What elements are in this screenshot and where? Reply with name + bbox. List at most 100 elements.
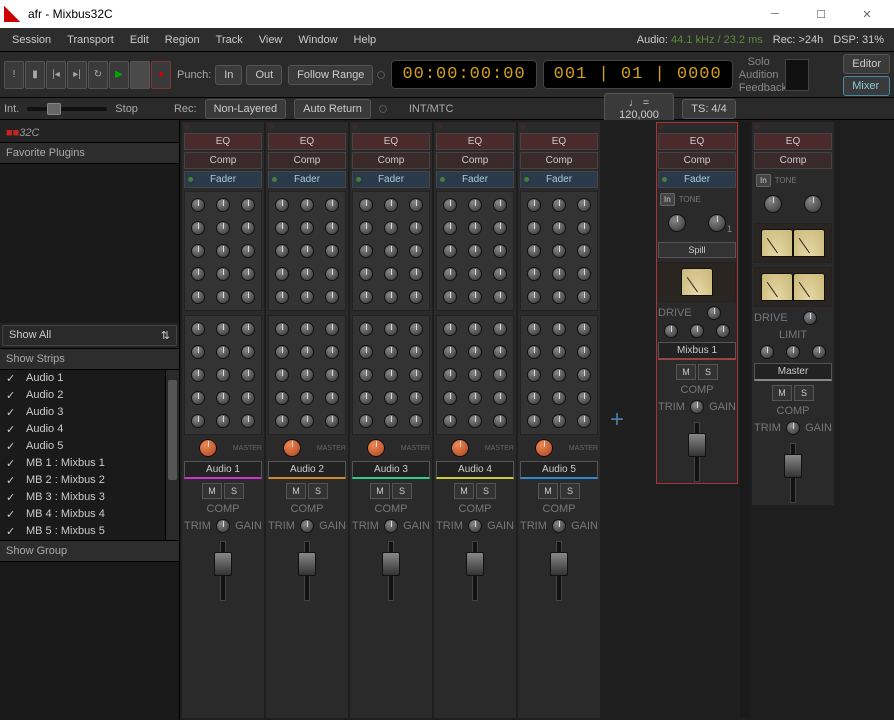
- eq-knob[interactable]: [409, 244, 423, 258]
- channel-name[interactable]: Audio 2: [268, 461, 346, 479]
- trim-knob[interactable]: [786, 421, 800, 435]
- eq-section-button[interactable]: EQ: [754, 133, 832, 150]
- bus-knob[interactable]: [664, 324, 678, 338]
- eq-knob[interactable]: [468, 198, 482, 212]
- channel-name[interactable]: Audio 4: [436, 461, 514, 479]
- bus-knob[interactable]: [716, 324, 730, 338]
- eq-knob[interactable]: [443, 391, 457, 405]
- strips-scrollbar[interactable]: [165, 370, 179, 540]
- menu-edit[interactable]: Edit: [122, 31, 157, 49]
- strip-visibility-row[interactable]: ✓Audio 2: [0, 387, 179, 404]
- eq-knob[interactable]: [577, 267, 591, 281]
- eq-knob[interactable]: [359, 345, 373, 359]
- eq-knob[interactable]: [359, 267, 373, 281]
- solo-button[interactable]: S: [476, 483, 496, 499]
- eq-knob[interactable]: [384, 322, 398, 336]
- trim-knob[interactable]: [384, 519, 398, 533]
- eq-knob[interactable]: [493, 267, 507, 281]
- eq-knob[interactable]: [384, 290, 398, 304]
- eq-knob[interactable]: [216, 414, 230, 428]
- menu-view[interactable]: View: [251, 31, 291, 49]
- eq-knob[interactable]: [216, 391, 230, 405]
- eq-knob[interactable]: [409, 391, 423, 405]
- fader-section-button[interactable]: Fader: [184, 171, 262, 188]
- drive-knob[interactable]: [451, 439, 469, 457]
- eq-section-button[interactable]: EQ: [352, 133, 430, 150]
- bus-knob[interactable]: [690, 324, 704, 338]
- eq-knob[interactable]: [527, 244, 541, 258]
- drive-knob[interactable]: [367, 439, 385, 457]
- midi-panic-button[interactable]: !: [4, 61, 24, 89]
- eq-knob[interactable]: [577, 345, 591, 359]
- eq-knob[interactable]: [577, 368, 591, 382]
- punch-out-button[interactable]: Out: [246, 65, 282, 85]
- eq-knob[interactable]: [300, 221, 314, 235]
- tone-knob[interactable]: [668, 214, 686, 232]
- eq-knob[interactable]: [443, 290, 457, 304]
- channel-name[interactable]: Mixbus 1: [658, 342, 736, 360]
- eq-knob[interactable]: [409, 221, 423, 235]
- eq-knob[interactable]: [216, 244, 230, 258]
- window-minimize-button[interactable]: ─: [752, 0, 798, 28]
- eq-knob[interactable]: [493, 345, 507, 359]
- eq-knob[interactable]: [241, 198, 255, 212]
- eq-knob[interactable]: [577, 290, 591, 304]
- channel-name[interactable]: Master: [754, 363, 832, 381]
- channel-fader[interactable]: [388, 541, 394, 601]
- eq-knob[interactable]: [325, 198, 339, 212]
- strip-visibility-row[interactable]: ✓MB 3 : Mixbus 3: [0, 489, 179, 506]
- limit-knob[interactable]: [786, 345, 800, 359]
- spill-button[interactable]: Spill: [658, 242, 736, 258]
- eq-knob[interactable]: [300, 198, 314, 212]
- comp-section-button[interactable]: Comp: [520, 152, 598, 169]
- eq-knob[interactable]: [384, 221, 398, 235]
- strip-visibility-row[interactable]: ✓MB 2 : Mixbus 2: [0, 472, 179, 489]
- sync-int-label[interactable]: Int.: [4, 103, 19, 115]
- eq-knob[interactable]: [359, 391, 373, 405]
- eq-knob[interactable]: [359, 290, 373, 304]
- eq-knob[interactable]: [552, 244, 566, 258]
- eq-knob[interactable]: [409, 345, 423, 359]
- eq-knob[interactable]: [191, 221, 205, 235]
- window-maximize-button[interactable]: ☐: [798, 0, 844, 28]
- eq-knob[interactable]: [443, 345, 457, 359]
- eq-knob[interactable]: [325, 221, 339, 235]
- eq-knob[interactable]: [241, 267, 255, 281]
- menu-session[interactable]: Session: [4, 31, 59, 49]
- drive-knob[interactable]: [535, 439, 553, 457]
- audition-alert[interactable]: Audition: [739, 69, 779, 81]
- bbt-display[interactable]: 001 | 01 | 0000: [543, 60, 733, 89]
- timecode-display[interactable]: 00:00:00:00: [391, 60, 536, 89]
- eq-knob[interactable]: [468, 244, 482, 258]
- menu-region[interactable]: Region: [157, 31, 208, 49]
- eq-knob[interactable]: [384, 267, 398, 281]
- eq-knob[interactable]: [468, 345, 482, 359]
- mute-button[interactable]: M: [202, 483, 222, 499]
- eq-knob[interactable]: [552, 290, 566, 304]
- eq-knob[interactable]: [241, 414, 255, 428]
- eq-knob[interactable]: [359, 244, 373, 258]
- eq-knob[interactable]: [443, 244, 457, 258]
- time-signature-display[interactable]: TS: 4/4: [682, 99, 736, 119]
- add-channel-button[interactable]: +: [610, 406, 624, 434]
- limit-knob[interactable]: [812, 345, 826, 359]
- eq-knob[interactable]: [577, 322, 591, 336]
- channel-fader[interactable]: [556, 541, 562, 601]
- eq-knob[interactable]: [216, 322, 230, 336]
- eq-knob[interactable]: [300, 290, 314, 304]
- eq-knob[interactable]: [384, 391, 398, 405]
- eq-knob[interactable]: [443, 267, 457, 281]
- eq-knob[interactable]: [493, 244, 507, 258]
- editor-button[interactable]: Editor: [843, 54, 890, 74]
- eq-knob[interactable]: [468, 290, 482, 304]
- eq-knob[interactable]: [577, 221, 591, 235]
- eq-knob[interactable]: [325, 322, 339, 336]
- eq-knob[interactable]: [216, 345, 230, 359]
- mute-button[interactable]: M: [538, 483, 558, 499]
- eq-knob[interactable]: [468, 368, 482, 382]
- eq-knob[interactable]: [577, 244, 591, 258]
- eq-knob[interactable]: [552, 391, 566, 405]
- eq-knob[interactable]: [275, 198, 289, 212]
- eq-knob[interactable]: [443, 221, 457, 235]
- eq-knob[interactable]: [527, 221, 541, 235]
